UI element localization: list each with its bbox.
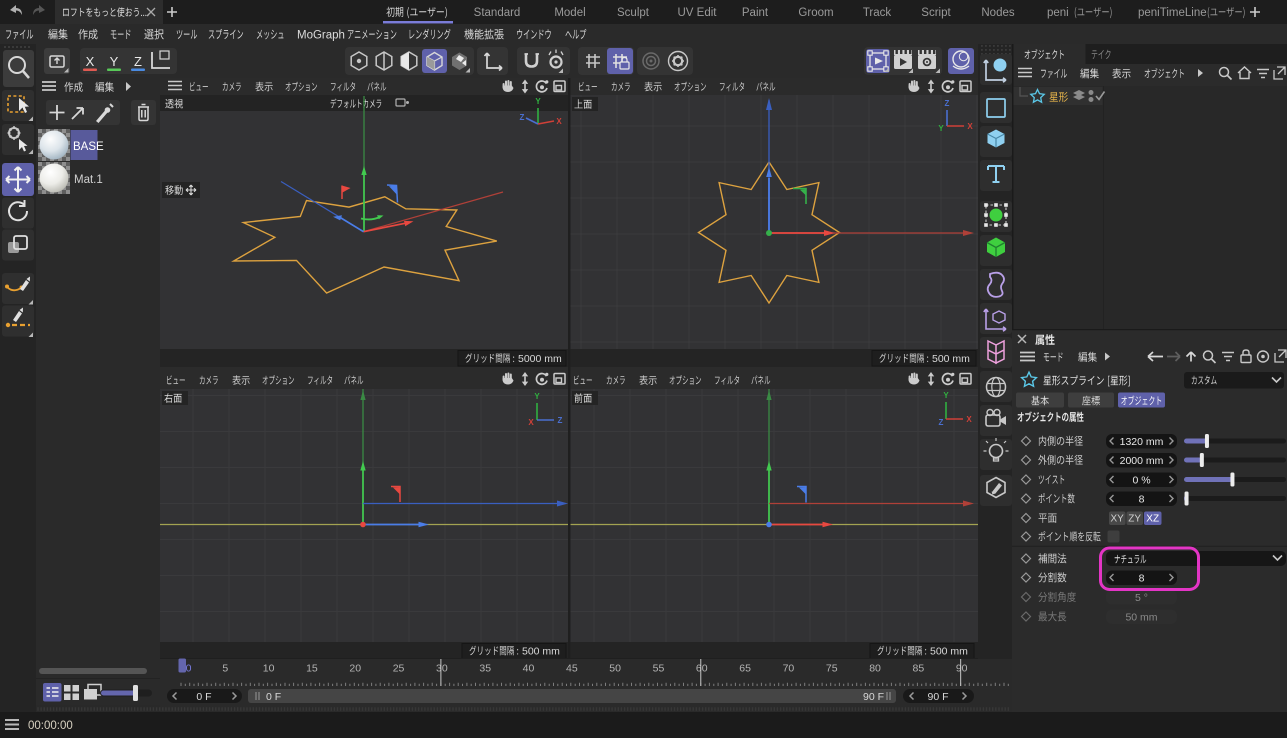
svg-text:90 F: 90 F [863,691,884,703]
svg-text:20: 20 [349,663,361,675]
svg-text:Y: Y [534,392,540,401]
svg-text:30: 30 [436,663,448,675]
svg-text:75: 75 [826,663,838,675]
svg-text:MoGraph: MoGraph [297,30,345,42]
svg-text:15: 15 [306,663,318,675]
svg-text:peniTimeLine: peniTimeLine [1138,7,1207,19]
svg-text:Y: Y [938,124,944,133]
svg-text:65: 65 [739,663,751,675]
svg-text:Z: Z [558,416,563,425]
svg-text:0 F: 0 F [196,691,211,703]
svg-text:2000 mm: 2000 mm [1120,455,1164,467]
svg-text:55: 55 [653,663,665,675]
svg-text:Groom: Groom [798,7,833,19]
svg-text:Y: Y [535,97,541,106]
svg-text:60: 60 [696,663,708,675]
svg-text:90 F: 90 F [927,691,948,703]
svg-text:Y: Y [110,54,119,69]
svg-text:0: 0 [186,663,192,675]
svg-text:5: 5 [222,663,228,675]
svg-text:1320 mm: 1320 mm [1120,436,1164,448]
svg-text:Mat.1: Mat.1 [74,174,103,186]
svg-text:Z: Z [520,113,525,122]
svg-text:90: 90 [956,663,968,675]
svg-text:80: 80 [869,663,881,675]
svg-text:5 °: 5 ° [1135,592,1148,604]
svg-text:00:00:00: 00:00:00 [28,720,73,732]
svg-text:XY: XY [1111,514,1125,525]
svg-text:Track: Track [863,7,892,19]
svg-text:X: X [528,418,534,427]
svg-text:Z: Z [945,99,950,108]
svg-text:35: 35 [479,663,491,675]
svg-text:X: X [967,122,973,131]
svg-text:Model: Model [554,7,585,19]
svg-text:Paint: Paint [742,7,769,19]
svg-text:ZY: ZY [1128,514,1141,525]
svg-text:0 %: 0 % [1132,475,1150,487]
svg-text:XZ: XZ [1146,514,1159,525]
svg-text:50 mm: 50 mm [1125,612,1157,624]
svg-text:8: 8 [1139,494,1145,506]
svg-text:BASE: BASE [73,141,104,153]
svg-text:Z: Z [939,418,944,427]
svg-text:Sculpt: Sculpt [617,7,650,19]
svg-text:Script: Script [921,7,951,19]
svg-text:0 F: 0 F [266,691,281,703]
svg-text:Standard: Standard [474,7,521,19]
svg-text:8: 8 [1139,573,1145,585]
svg-text:40: 40 [523,663,535,675]
svg-text:peni: peni [1047,7,1069,19]
svg-text:Z: Z [134,54,142,69]
svg-text:50: 50 [609,663,621,675]
svg-text:X: X [556,117,562,126]
svg-text:25: 25 [393,663,405,675]
svg-text:Y: Y [943,391,949,400]
svg-text:X: X [86,54,95,69]
svg-text:45: 45 [566,663,578,675]
svg-text:10: 10 [263,663,275,675]
svg-text:UV Edit: UV Edit [678,7,718,19]
svg-text:Nodes: Nodes [981,7,1014,19]
svg-text:X: X [966,415,972,424]
svg-text:70: 70 [783,663,795,675]
svg-text:85: 85 [913,663,925,675]
